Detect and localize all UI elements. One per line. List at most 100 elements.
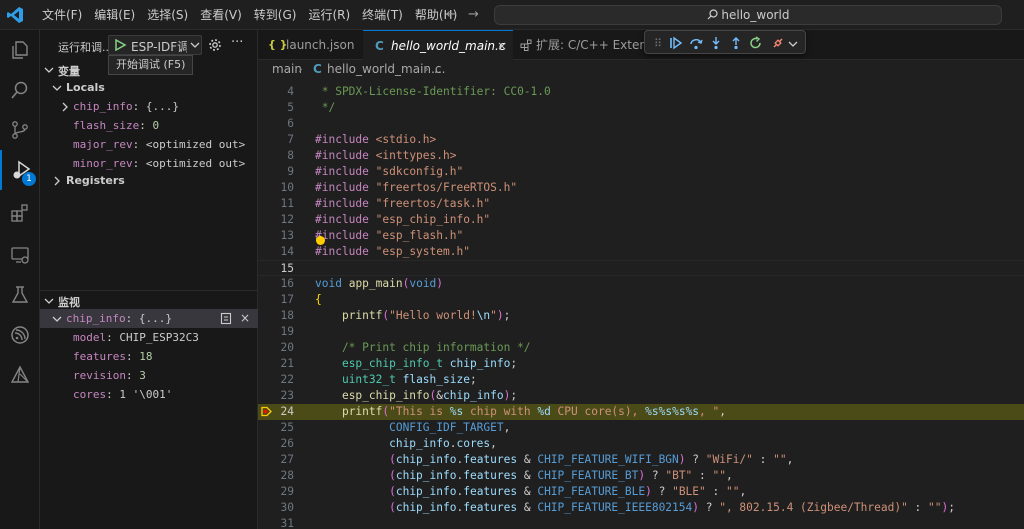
menu-selection[interactable]: 选择(S) xyxy=(141,0,194,30)
watch-child-row[interactable]: model: CHIP_ESP32C3 xyxy=(40,328,258,347)
json-file-icon: { } xyxy=(268,38,288,51)
code-line[interactable]: 20 /* Print chip information */ xyxy=(258,340,1024,356)
code-text: */ xyxy=(315,101,336,114)
code-editor[interactable]: 4 * SPDX-License-Identifier: CC0-1.0 5 */… xyxy=(258,82,1024,529)
tab-hello-world-main[interactable]: C hello_world_main.c × xyxy=(363,30,513,60)
variable-row[interactable]: chip_info: {...} xyxy=(40,97,258,116)
code-text: #include "esp_flash.h" xyxy=(315,229,464,242)
explorer-icon[interactable] xyxy=(0,30,40,70)
watch-expression-row[interactable]: chip_info: {...} × xyxy=(40,309,258,328)
line-number: 8 xyxy=(287,149,294,162)
run-view-title: 运行和调... xyxy=(58,41,113,54)
start-debug-tooltip: 开始调试 (F5) xyxy=(108,55,194,75)
close-icon[interactable]: × xyxy=(497,31,507,61)
code-line[interactable]: 5 */ xyxy=(258,100,1024,116)
code-text: (chip_info.features & CHIP_FEATURE_BLE) … xyxy=(389,485,747,498)
code-text: (chip_info.features & CHIP_FEATURE_IEEE8… xyxy=(389,501,956,514)
code-line[interactable]: 6 xyxy=(258,116,1024,132)
breadcrumb-more[interactable]: ... xyxy=(434,62,445,76)
more-actions-icon[interactable]: ··· xyxy=(231,35,243,50)
code-text: #include "freertos/task.h" xyxy=(315,197,491,210)
code-line[interactable]: 12 #include "esp_chip_info.h" xyxy=(258,212,1024,228)
watch-section-header[interactable]: 监视 xyxy=(40,291,258,311)
menu-terminal[interactable]: 终端(T) xyxy=(356,0,409,30)
drag-handle-icon[interactable]: ⠿ xyxy=(649,34,667,52)
source-control-icon[interactable] xyxy=(0,110,40,150)
remote-explorer-icon[interactable] xyxy=(0,235,40,275)
code-line[interactable]: 28 (chip_info.features & CHIP_FEATURE_BT… xyxy=(258,468,1024,484)
line-number: 11 xyxy=(280,197,294,210)
copy-value-icon[interactable] xyxy=(220,312,232,325)
menu-go[interactable]: 转到(G) xyxy=(248,0,303,30)
step-over-icon[interactable] xyxy=(687,34,705,52)
code-line[interactable]: 31 xyxy=(258,516,1024,529)
code-line[interactable]: 30 (chip_info.features & CHIP_FEATURE_IE… xyxy=(258,500,1024,516)
extensions-icon[interactable] xyxy=(0,193,40,233)
restart-icon[interactable] xyxy=(747,34,765,52)
menu-run[interactable]: 运行(R) xyxy=(302,0,356,30)
line-number: 18 xyxy=(280,309,294,322)
code-line[interactable]: 29 (chip_info.features & CHIP_FEATURE_BL… xyxy=(258,484,1024,500)
code-line[interactable]: 27 (chip_info.features & CHIP_FEATURE_WI… xyxy=(258,452,1024,468)
espressif-icon[interactable] xyxy=(0,315,40,355)
disconnect-icon[interactable] xyxy=(769,34,787,52)
code-line[interactable]: 25 CONFIG_IDF_TARGET, xyxy=(258,420,1024,436)
step-out-icon[interactable] xyxy=(727,34,745,52)
code-line[interactable]: 18 printf("Hello world!\n"); xyxy=(258,308,1024,324)
code-text: printf("This is %s chip with %d CPU core… xyxy=(341,405,727,418)
close-icon[interactable]: × xyxy=(240,309,250,328)
activity-bar: 1 xyxy=(0,30,40,529)
search-icon[interactable] xyxy=(0,70,40,110)
chevron-down-icon[interactable] xyxy=(788,39,798,49)
back-arrow-icon[interactable]: ← xyxy=(446,7,457,22)
gear-icon[interactable] xyxy=(208,38,222,52)
code-line[interactable]: 21 esp_chip_info_t chip_info; xyxy=(258,356,1024,372)
code-line[interactable]: 9 #include "sdkconfig.h" xyxy=(258,164,1024,180)
command-center-search[interactable]: hello_world xyxy=(494,5,1002,25)
code-line[interactable]: 15 xyxy=(258,260,1024,276)
variable-row[interactable]: major_rev: <optimized out> xyxy=(40,135,258,154)
tab-extension-cpp[interactable]: 扩展: C/C++ Extension xyxy=(514,30,672,60)
line-number: 13 xyxy=(280,229,294,242)
code-line[interactable]: 14 #include "esp_system.h" xyxy=(258,236,1024,260)
code-line[interactable]: 23 esp_chip_info(&chip_info); xyxy=(258,388,1024,404)
testing-flask-icon[interactable] xyxy=(0,275,40,315)
code-line[interactable]: 8 #include <inttypes.h> xyxy=(258,148,1024,164)
registers-scope[interactable]: Registers xyxy=(40,171,258,190)
watch-child-row[interactable]: cores: 1 '\001' xyxy=(40,385,258,404)
locals-scope[interactable]: Locals xyxy=(40,78,258,97)
chevron-right-icon: › xyxy=(424,62,429,76)
lightbulb-icon[interactable] xyxy=(316,236,325,245)
code-text: #include <stdio.h> xyxy=(315,133,437,146)
step-into-icon[interactable] xyxy=(707,34,725,52)
code-line[interactable]: 11 #include "freertos/task.h" xyxy=(258,196,1024,212)
code-line[interactable]: 26 chip_info.cores, xyxy=(258,436,1024,452)
code-text: (chip_info.features & CHIP_FEATURE_BT) ?… xyxy=(389,469,733,482)
menu-view[interactable]: 查看(V) xyxy=(194,0,248,30)
cmake-icon[interactable] xyxy=(0,355,40,395)
code-line[interactable]: 7 #include <stdio.h> xyxy=(258,132,1024,148)
debug-config-select[interactable]: ESP-IDF调试 xyxy=(108,35,202,55)
start-debug-icon[interactable] xyxy=(113,38,127,52)
code-line[interactable]: 16 void app_main(void) xyxy=(258,276,1024,292)
code-line[interactable]: 4 * SPDX-License-Identifier: CC0-1.0 xyxy=(258,84,1024,100)
continue-icon[interactable] xyxy=(667,34,685,52)
tab-launch-json[interactable]: { } launch.json xyxy=(258,30,362,60)
watch-child-row[interactable]: revision: 3 xyxy=(40,366,258,385)
watch-child-row[interactable]: features: 18 xyxy=(40,347,258,366)
code-line[interactable]: 22 uint32_t flash_size; xyxy=(258,372,1024,388)
code-line[interactable]: 10 #include "freertos/FreeRTOS.h" xyxy=(258,180,1024,196)
debug-toolbar: ⠿ xyxy=(644,30,806,54)
code-text: #include "esp_system.h" xyxy=(315,245,470,258)
line-number: 14 xyxy=(280,245,294,258)
run-debug-icon[interactable]: 1 xyxy=(0,150,40,190)
current-execution-arrow-icon xyxy=(261,406,272,417)
forward-arrow-icon[interactable]: → xyxy=(468,7,479,22)
menu-edit[interactable]: 编辑(E) xyxy=(88,0,141,30)
code-line[interactable]: 24 printf("This is %s chip with %d CPU c… xyxy=(258,404,1024,420)
variable-row[interactable]: flash_size: 0 xyxy=(40,116,258,135)
code-line[interactable]: 13 #include "esp_flash.h" xyxy=(258,228,1024,244)
menu-file[interactable]: 文件(F) xyxy=(36,0,88,30)
code-line[interactable]: 19 xyxy=(258,324,1024,340)
code-line[interactable]: 17 { xyxy=(258,292,1024,308)
